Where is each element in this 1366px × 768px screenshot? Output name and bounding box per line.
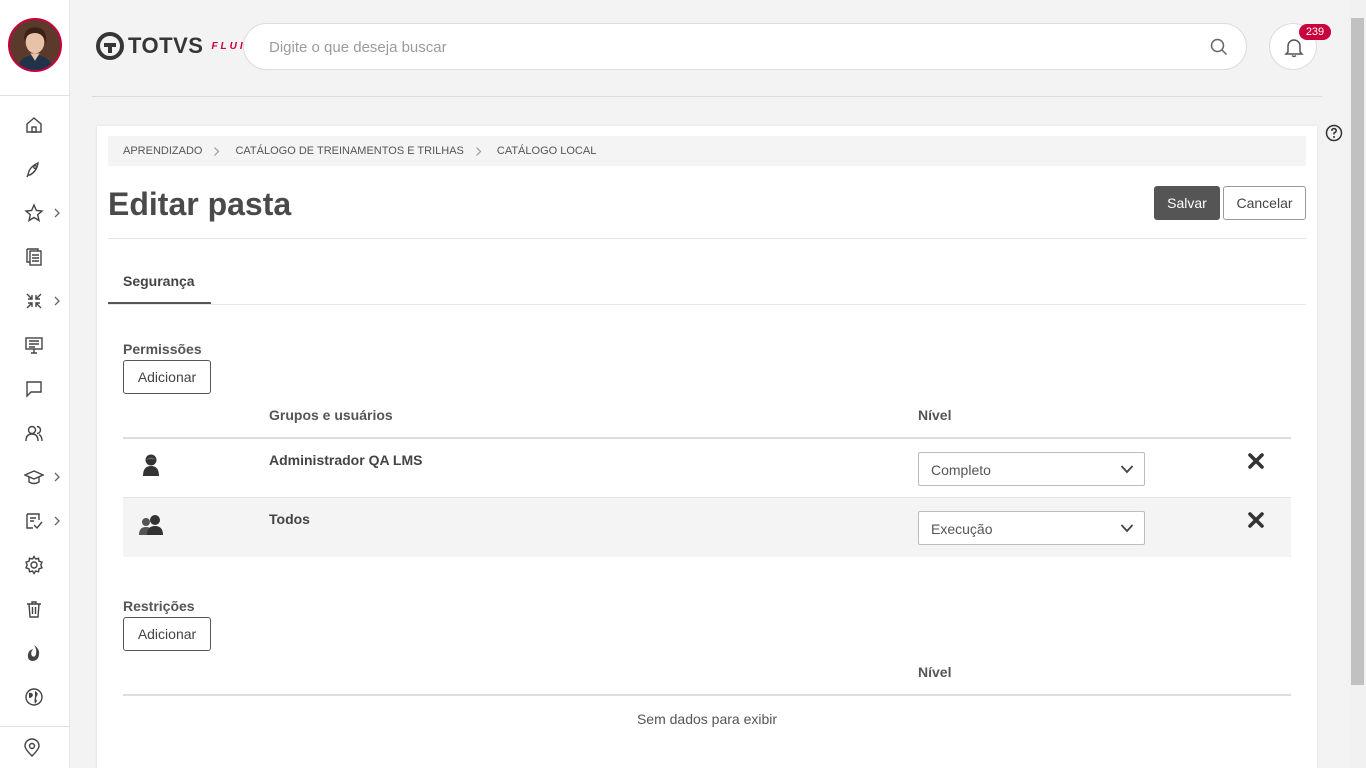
sidebar-item-settings[interactable] — [0, 550, 70, 580]
level-select-value: Execução — [931, 521, 993, 537]
globe-icon — [24, 687, 44, 707]
group-user-name: Todos — [269, 511, 310, 527]
sidebar — [0, 0, 70, 768]
cancel-button[interactable]: Cancelar — [1223, 186, 1306, 220]
sidebar-divider — [0, 726, 70, 727]
level-select[interactable]: Completo — [918, 452, 1145, 486]
title-divider — [108, 238, 1306, 239]
chat-icon — [24, 379, 44, 399]
sidebar-item-learning[interactable] — [0, 462, 70, 492]
save-button[interactable]: Salvar — [1154, 186, 1220, 220]
rocket-icon — [24, 159, 44, 179]
column-header-level: Nível — [918, 664, 952, 680]
trash-icon — [24, 599, 44, 619]
location-pin-icon — [22, 738, 42, 758]
group-user-name: Administrador QA LMS — [269, 452, 423, 468]
sidebar-item-documents[interactable] — [0, 242, 70, 272]
restrictions-title: Restrições — [123, 598, 195, 614]
documents-icon — [24, 247, 44, 267]
search-bar — [243, 23, 1247, 70]
sidebar-item-home[interactable] — [0, 110, 70, 140]
totvs-logo-icon — [96, 32, 124, 60]
logo-text: TOTVS — [128, 33, 204, 58]
empty-state-text: Sem dados para exibir — [636, 711, 778, 727]
graduation-cap-icon — [24, 467, 44, 487]
chevron-down-icon — [1120, 465, 1134, 474]
tabs-divider — [108, 304, 1306, 305]
close-icon[interactable] — [1247, 511, 1265, 529]
users-icon — [24, 423, 44, 443]
sidebar-item-users[interactable] — [0, 418, 70, 448]
table-header-divider — [123, 694, 1291, 696]
sidebar-item-learning-paths[interactable] — [0, 154, 70, 184]
task-icon — [24, 511, 44, 531]
sidebar-item-favorites[interactable] — [0, 198, 70, 228]
sidebar-item-chat[interactable] — [0, 374, 70, 404]
add-permission-button[interactable]: Adicionar — [123, 360, 211, 394]
main-card: APRENDIZADO CATÁLOGO DE TREINAMENTOS E T… — [97, 126, 1317, 768]
sidebar-item-globe[interactable] — [0, 682, 70, 712]
table-row: Todos Execução — [123, 498, 1291, 557]
column-header-level: Nível — [918, 407, 952, 423]
sidebar-divider — [0, 95, 70, 96]
home-icon — [24, 115, 44, 135]
sidebar-item-fluig-identity[interactable] — [0, 638, 70, 668]
search-input[interactable] — [269, 36, 1169, 58]
chevron-right-icon — [214, 146, 220, 156]
tab-seguranca[interactable]: Segurança — [108, 262, 211, 304]
scrollbar-thumb[interactable] — [1351, 18, 1364, 685]
chevron-down-icon — [1120, 524, 1134, 533]
chevron-right-icon — [53, 515, 61, 527]
level-select[interactable]: Execução — [918, 511, 1145, 545]
breadcrumb: APRENDIZADO CATÁLOGO DE TREINAMENTOS E T… — [108, 136, 1306, 166]
fluig-swirl-icon — [24, 643, 44, 663]
add-restriction-button[interactable]: Adicionar — [123, 617, 211, 651]
close-icon[interactable] — [1247, 452, 1265, 470]
notifications-badge: 239 — [1299, 24, 1331, 40]
breadcrumb-item-aprendizado[interactable]: APRENDIZADO — [123, 145, 202, 157]
chevron-right-icon — [53, 471, 61, 483]
breadcrumb-item-catalogo-treinamentos[interactable]: CATÁLOGO DE TREINAMENTOS E TRILHAS — [235, 145, 463, 157]
page-title: Editar pasta — [108, 186, 292, 222]
bell-icon — [1284, 39, 1304, 58]
level-select-value: Completo — [931, 462, 991, 478]
user-icon — [143, 454, 159, 476]
permissions-title: Permissões — [123, 341, 202, 357]
sidebar-item-trash[interactable] — [0, 594, 70, 624]
gear-icon — [24, 555, 44, 575]
search-icon[interactable] — [1210, 38, 1228, 56]
chevron-right-icon — [53, 295, 61, 307]
star-icon — [24, 203, 44, 223]
column-header-groups-users: Grupos e usuários — [269, 407, 393, 423]
avatar[interactable] — [8, 18, 62, 72]
process-arrows-icon — [24, 291, 44, 311]
group-icon — [139, 515, 163, 535]
chevron-right-icon — [475, 146, 482, 156]
sidebar-item-location[interactable] — [0, 733, 70, 763]
sidebar-item-presentation[interactable] — [0, 330, 70, 360]
sidebar-item-processes[interactable] — [0, 286, 70, 316]
totvs-fluig-logo[interactable]: TOTVS FLUIG — [96, 30, 256, 62]
sidebar-item-tasks[interactable] — [0, 506, 70, 536]
presentation-icon — [24, 335, 44, 355]
breadcrumb-item-catalogo-local[interactable]: CATÁLOGO LOCAL — [497, 145, 596, 157]
table-row: Administrador QA LMS Completo — [123, 439, 1291, 498]
header-divider — [92, 96, 1322, 97]
help-icon[interactable] — [1325, 124, 1343, 142]
chevron-right-icon — [53, 207, 61, 219]
